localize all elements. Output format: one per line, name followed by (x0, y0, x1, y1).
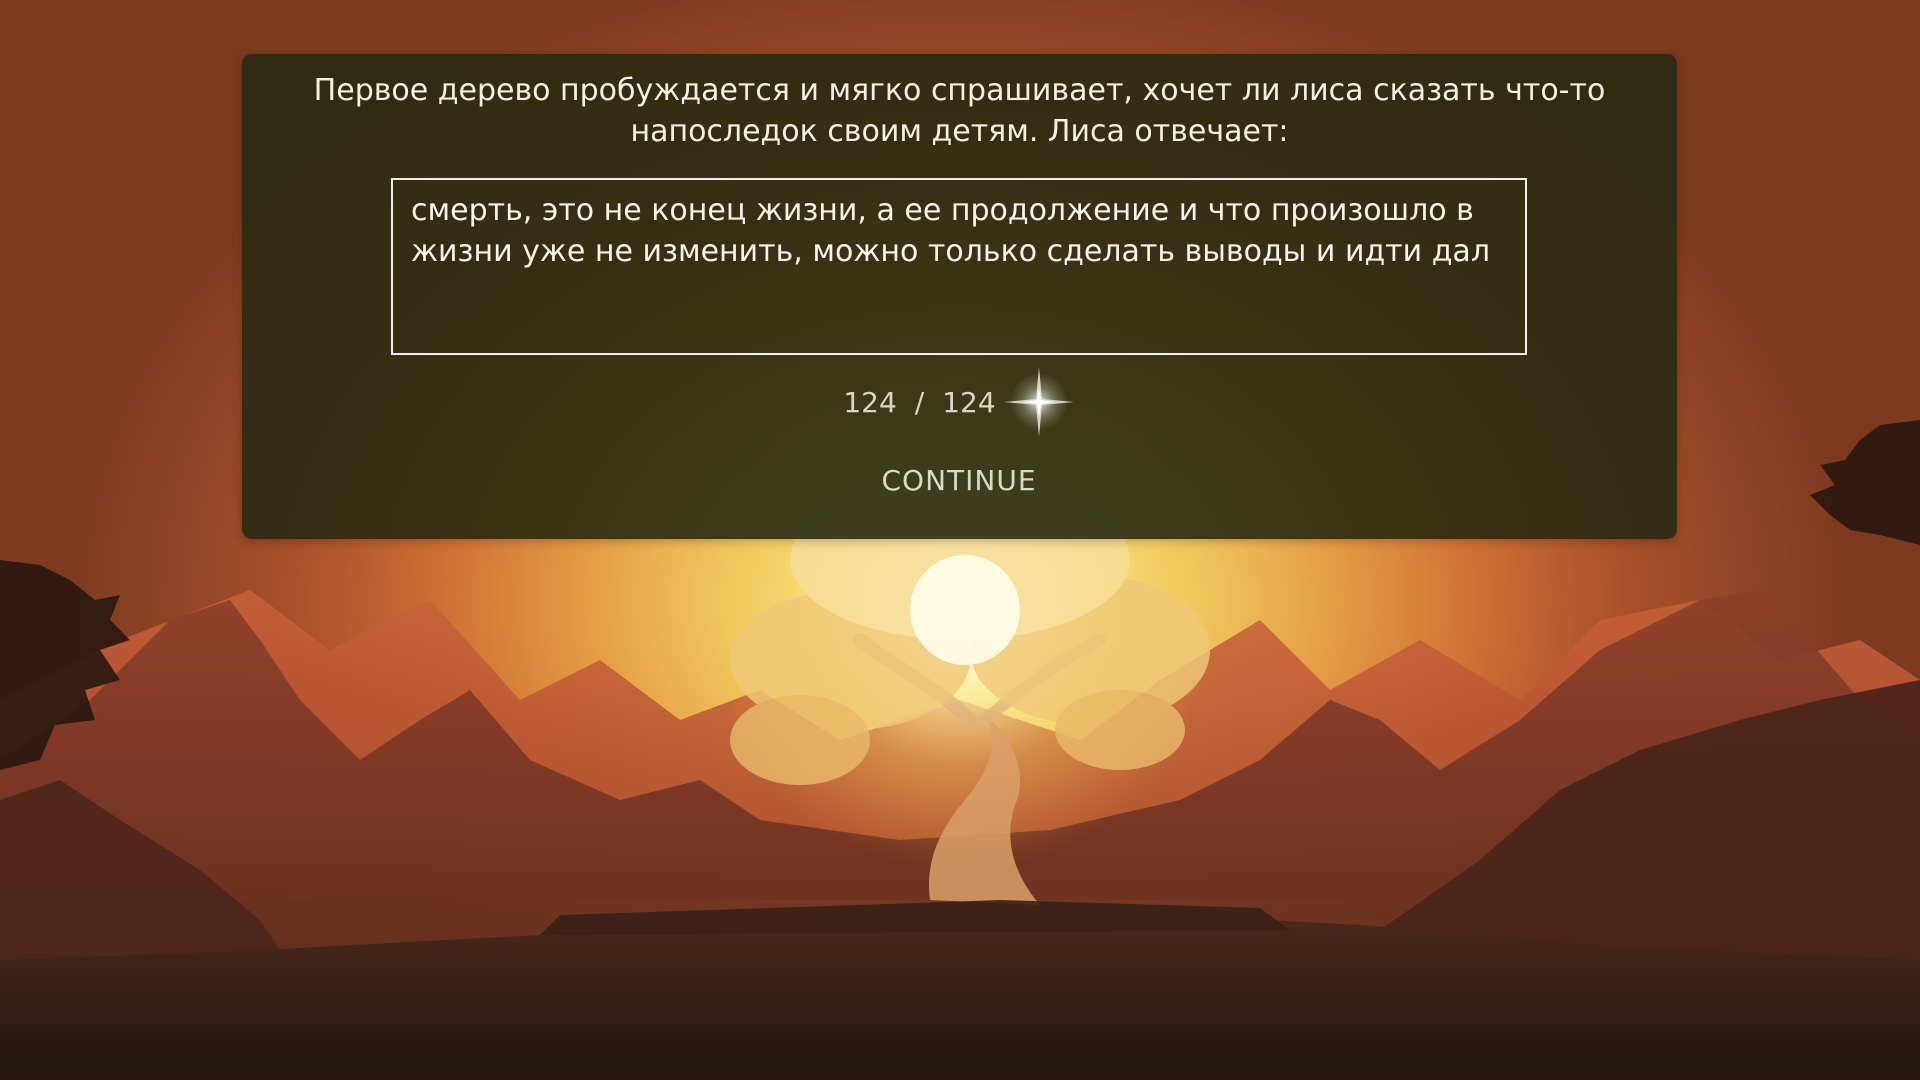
answer-text[interactable]: смерть, это не конец жизни, а ее продолж… (411, 190, 1507, 343)
counter-max: 124 (942, 385, 996, 419)
dialog-panel: Первое дерево пробуждается и мягко спраш… (242, 54, 1677, 539)
continue-button[interactable]: CONTINUE (859, 452, 1059, 508)
answer-input[interactable]: смерть, это не конец жизни, а ее продолж… (391, 178, 1527, 355)
character-counter: 124 / 124 (242, 362, 1677, 442)
right-tree-silhouette (1810, 420, 1920, 545)
dialog-prompt: Первое дерево пробуждается и мягко спраш… (313, 73, 1606, 149)
compass-star-icon (1003, 367, 1074, 437)
counter-separator: / (914, 385, 925, 419)
sun-icon (910, 555, 1020, 665)
counter-current: 124 (843, 385, 897, 419)
